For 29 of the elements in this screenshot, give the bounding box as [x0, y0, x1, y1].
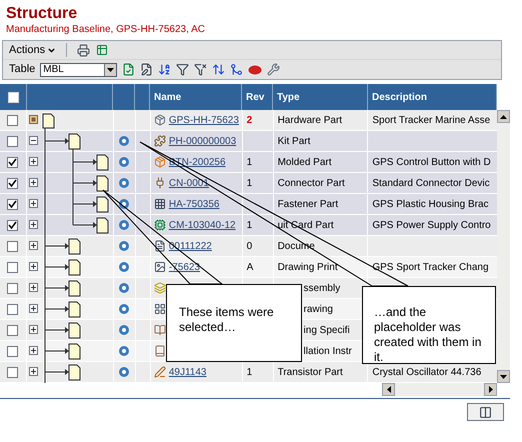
- type-text: Molded Part: [278, 156, 332, 170]
- page-title: Structure: [6, 4, 78, 24]
- callout-tooltip: …and the placeholder was created with them in it.: [362, 286, 496, 364]
- table-label: Table: [9, 62, 36, 78]
- callout-tooltip: These items were selected…: [166, 284, 302, 362]
- revision-cell: 1: [242, 152, 274, 172]
- revision-cell: 1: [242, 173, 274, 193]
- description-text: GPS Sport Tracker Chang: [372, 260, 489, 274]
- type-text: Kit Part: [278, 134, 310, 148]
- description-text: Standard Connector Devic: [372, 176, 490, 190]
- revision-cell: 2: [242, 110, 274, 130]
- description-text: Sport Tracker Marine Asse: [372, 114, 490, 128]
- type-text: Transistor Part: [278, 366, 343, 380]
- type-text: ssembly: [304, 282, 340, 296]
- type-text: Drawing Print: [278, 260, 338, 274]
- description-text: GPS Power Supply Contro: [372, 218, 491, 232]
- description-text: Crystal Oscillator 44.736: [372, 366, 482, 380]
- revision-cell: A: [242, 257, 274, 277]
- type-text: ing Specifi: [304, 324, 350, 338]
- revision-cell: 1: [242, 215, 274, 235]
- page-subtitle: Manufacturing Baseline, GPS-HH-75623, AC: [6, 24, 206, 36]
- type-text: rawing: [304, 302, 333, 316]
- type-text: Hardware Part: [278, 114, 342, 128]
- description-text: GPS Plastic Housing Brac: [372, 198, 489, 212]
- type-text: Connector Part: [278, 176, 345, 190]
- revision-cell: 0: [242, 236, 274, 256]
- type-text: Fastener Part: [278, 198, 338, 212]
- description-text: GPS Control Button with D: [372, 156, 491, 170]
- type-text: llation Instr: [304, 344, 352, 358]
